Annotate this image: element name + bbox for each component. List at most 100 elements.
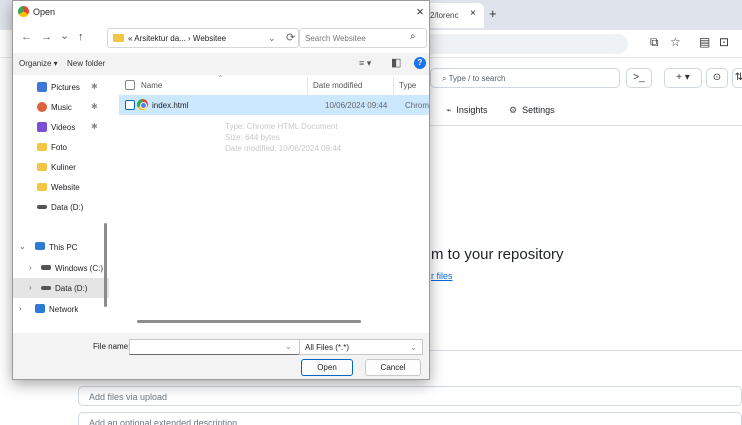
- sidebar-item-label: Network: [49, 305, 79, 314]
- create-new-button[interactable]: + ▾: [664, 68, 702, 88]
- file-type: Chrome HTML Document: [405, 101, 429, 110]
- chevron-down-icon[interactable]: ⌄: [285, 342, 292, 351]
- refresh-icon[interactable]: ⟳: [286, 31, 295, 44]
- sidebar-item-data-d-selected[interactable]: › Data (D:): [13, 278, 109, 298]
- open-file-dialog: Open × ← → ⌄ ↑ « Arsitektur da... › Webs…: [12, 0, 430, 380]
- sidebar-item-label: Foto: [51, 143, 68, 152]
- column-header-type[interactable]: Type: [399, 81, 416, 90]
- forward-arrow-icon[interactable]: →: [41, 31, 52, 43]
- sidebar-scrollbar[interactable]: [104, 223, 107, 307]
- file-name-input[interactable]: [129, 339, 301, 355]
- insights-icon: ⌁: [446, 105, 452, 115]
- issues-icon[interactable]: ⊙: [706, 68, 728, 88]
- search-placeholder: Search Websitee: [305, 34, 366, 43]
- commit-title-input[interactable]: Add files via upload: [78, 386, 742, 406]
- sidebar-item-website[interactable]: Website: [13, 177, 109, 197]
- sidebar-item-foto[interactable]: Foto: [13, 137, 109, 157]
- table-row[interactable]: index.html 10/06/2024 09:44 Chrome HTML …: [119, 95, 429, 115]
- chevron-down-icon: ⌄: [410, 343, 417, 352]
- file-date: 10/06/2024 09:44: [325, 101, 388, 110]
- address-breadcrumb[interactable]: « Arsitektur da... › Websitee ⌄ ⟳: [107, 28, 299, 48]
- search-icon[interactable]: ⌕: [410, 31, 416, 42]
- file-type-filter[interactable]: All Files (*.*) ⌄: [299, 339, 423, 355]
- folder-icon: [113, 34, 124, 42]
- column-divider[interactable]: [307, 77, 308, 95]
- chevron-right-icon[interactable]: ›: [19, 304, 22, 313]
- tooltip-date: Date modified: 10/06/2024 09:44: [225, 144, 342, 153]
- tooltip-type: Type: Chrome HTML Document: [225, 122, 338, 131]
- horizontal-scrollbar[interactable]: [137, 320, 361, 323]
- back-arrow-icon[interactable]: ←: [21, 31, 32, 43]
- new-tab-button[interactable]: +: [489, 6, 497, 21]
- chevron-right-icon[interactable]: ›: [29, 263, 32, 272]
- browser-tab-close-icon[interactable]: ×: [470, 8, 476, 19]
- dialog-footer: File name: ⌄ All Files (*.*) ⌄ Open Canc…: [13, 333, 429, 379]
- file-tooltip: Type: Chrome HTML Document Size: 644 byt…: [225, 121, 341, 154]
- sidebar-item-pictures[interactable]: Pictures ✱: [13, 77, 109, 97]
- sidebar-item-network[interactable]: › Network: [13, 299, 109, 319]
- nav-settings[interactable]: ⚙ Settings: [509, 105, 555, 116]
- drive-icon: [37, 205, 47, 209]
- file-list: ⌃ Name Date modified Type index.html 10/…: [109, 74, 429, 333]
- chrome-html-file-icon: [137, 99, 148, 110]
- address-bar[interactable]: [400, 34, 628, 54]
- help-icon[interactable]: ?: [414, 57, 426, 69]
- computer-icon: [35, 242, 45, 250]
- chrome-app-icon: [18, 6, 29, 17]
- sidebar-item-music[interactable]: Music ✱: [13, 97, 109, 117]
- drive-icon: [41, 286, 51, 290]
- chevron-down-icon[interactable]: ⌄: [19, 242, 26, 251]
- recent-locations-icon[interactable]: ⌄: [60, 29, 69, 42]
- column-header-date[interactable]: Date modified: [313, 81, 362, 90]
- tooltip-size: Size: 644 bytes: [225, 133, 280, 142]
- nav-insights[interactable]: ⌁ Insights: [446, 105, 487, 116]
- sidebar-item-data-d[interactable]: Data (D:): [13, 197, 109, 217]
- extensions-icon[interactable]: ⊡: [719, 35, 729, 49]
- select-all-checkbox[interactable]: [125, 80, 135, 90]
- column-header-name[interactable]: Name: [141, 81, 162, 90]
- pull-requests-icon[interactable]: ⇅: [732, 68, 742, 88]
- sidebar-item-label: Website: [51, 183, 80, 192]
- sidebar-item-label: Data (D:): [55, 284, 88, 293]
- sidebar-item-label: Pictures: [51, 83, 80, 92]
- row-checkbox[interactable]: [125, 100, 135, 110]
- commit-description-input[interactable]: Add an optional extended description...: [78, 412, 742, 425]
- chevron-right-icon[interactable]: ›: [29, 283, 32, 292]
- organize-button[interactable]: Organize ▾: [19, 59, 58, 68]
- file-name: index.html: [152, 101, 189, 110]
- choose-files-link[interactable]: r files: [431, 271, 453, 281]
- up-arrow-icon[interactable]: ↑: [78, 31, 84, 43]
- pin-icon: ✱: [91, 122, 98, 131]
- dialog-titlebar: Open ×: [13, 1, 429, 23]
- new-folder-button[interactable]: New folder: [67, 59, 105, 68]
- file-type-filter-value: All Files (*.*): [305, 343, 350, 352]
- sidebar-item-label: This PC: [49, 243, 78, 252]
- sidebar-item-kuliner[interactable]: Kuliner: [13, 157, 109, 177]
- view-options-icon[interactable]: ≡ ▾: [359, 58, 371, 69]
- pin-icon: ✱: [91, 82, 98, 91]
- navigation-pane: Pictures ✱ Music ✱ Videos ✱ Foto Kuliner…: [13, 75, 109, 333]
- reading-list-icon[interactable]: ▤: [699, 35, 710, 49]
- star-icon[interactable]: ☆: [670, 35, 681, 49]
- commit-section-divider: [430, 350, 742, 386]
- close-icon[interactable]: ×: [411, 3, 429, 21]
- file-name-label: File name:: [93, 342, 131, 351]
- github-search-placeholder: ⌕ Type / to search: [442, 74, 506, 83]
- folder-icon: [37, 163, 47, 171]
- open-button[interactable]: Open: [301, 359, 353, 376]
- command-palette-button[interactable]: >_: [626, 68, 652, 88]
- sidebar-item-videos[interactable]: Videos ✱: [13, 117, 109, 137]
- column-divider[interactable]: [393, 77, 394, 95]
- dialog-navbar: ← → ⌄ ↑ « Arsitektur da... › Websitee ⌄ …: [13, 23, 429, 53]
- translate-icon[interactable]: ⧉: [650, 35, 659, 50]
- search-input[interactable]: Search Websitee ⌕: [299, 28, 427, 48]
- preview-pane-icon[interactable]: ◧: [391, 56, 401, 69]
- dialog-toolbar: Organize ▾ New folder ≡ ▾ ◧ ?: [13, 53, 429, 75]
- cancel-button[interactable]: Cancel: [365, 359, 421, 376]
- chevron-down-icon[interactable]: ⌄: [268, 33, 276, 44]
- folder-icon: [37, 183, 47, 191]
- sidebar-item-this-pc[interactable]: ⌄ This PC: [13, 237, 109, 257]
- breadcrumb-path: « Arsitektur da... › Websitee: [128, 34, 227, 43]
- sidebar-item-windows-c[interactable]: › Windows (C:): [13, 258, 109, 278]
- videos-icon: [37, 122, 47, 132]
